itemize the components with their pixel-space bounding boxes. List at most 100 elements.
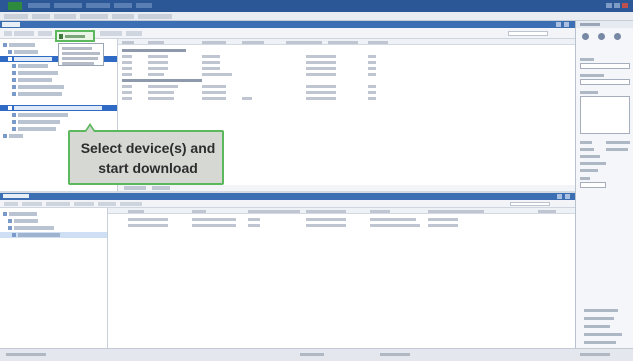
toolbar-button[interactable] — [80, 14, 108, 19]
state-dropdown[interactable] — [580, 182, 606, 188]
action-link[interactable] — [584, 309, 618, 312]
toolbar-button[interactable] — [14, 31, 34, 36]
menu-item[interactable] — [62, 57, 98, 60]
menu-item[interactable] — [62, 47, 92, 50]
tree-item-selected[interactable] — [0, 232, 107, 238]
folder-icon — [3, 212, 7, 216]
grid-header — [118, 39, 575, 45]
properties-icon[interactable] — [582, 33, 589, 40]
toolbar-button[interactable] — [100, 31, 122, 36]
toolbar-button[interactable] — [126, 31, 142, 36]
action-link[interactable] — [584, 333, 622, 336]
folder-icon — [3, 43, 7, 47]
field-label — [580, 162, 606, 165]
tree-item-selected[interactable] — [0, 105, 117, 111]
toolbar-button[interactable] — [4, 31, 12, 36]
online-pane-header — [0, 21, 575, 28]
load-dropdown-menu — [58, 43, 104, 66]
network-icon — [8, 219, 12, 223]
delete-icon[interactable] — [614, 33, 621, 40]
menu-tab[interactable] — [28, 3, 50, 8]
load-device-button[interactable] — [55, 30, 95, 42]
device-icon — [12, 85, 16, 89]
toolbar-button[interactable] — [74, 202, 94, 206]
table-row[interactable] — [118, 95, 575, 101]
action-link[interactable] — [584, 325, 610, 328]
field-label — [580, 91, 598, 94]
tree-item[interactable] — [0, 225, 107, 231]
toolbar-button[interactable] — [4, 202, 18, 206]
grid-header — [108, 208, 575, 214]
online-pane-tab[interactable] — [2, 22, 20, 27]
toolbar-button[interactable] — [120, 202, 142, 206]
device-icon — [12, 113, 16, 117]
toolbar-button[interactable] — [4, 14, 28, 19]
pane-close-icon[interactable] — [564, 22, 569, 27]
title-bar — [0, 0, 633, 12]
toolbar-button[interactable] — [112, 14, 134, 19]
tree-item[interactable] — [0, 211, 107, 217]
tree-item[interactable] — [0, 218, 107, 224]
menu-tab[interactable] — [86, 3, 110, 8]
window-close-icon[interactable] — [622, 3, 628, 8]
toolbar-button[interactable] — [54, 14, 76, 19]
field-value — [606, 141, 630, 144]
status-text — [300, 353, 324, 356]
menu-tab[interactable] — [136, 3, 152, 8]
properties-header — [576, 21, 633, 28]
toolbar-button[interactable] — [138, 14, 172, 19]
field-label — [580, 155, 600, 158]
device-icon — [12, 78, 16, 82]
pane-tab[interactable] — [124, 186, 146, 190]
field-value — [606, 148, 628, 151]
pane-pin-icon[interactable] — [557, 194, 562, 199]
description-field[interactable] — [580, 96, 630, 134]
logo-icon[interactable] — [8, 2, 22, 10]
minimize-icon[interactable] — [606, 3, 612, 8]
tree-item[interactable] — [0, 84, 117, 90]
main-toolbar — [0, 12, 633, 21]
network-icon — [8, 226, 12, 230]
action-link[interactable] — [584, 317, 614, 320]
field-label — [580, 141, 592, 144]
pane-pin-icon[interactable] — [556, 22, 561, 27]
property-field[interactable] — [580, 63, 630, 69]
tree-item[interactable] — [0, 112, 117, 118]
device-icon — [8, 106, 12, 110]
menu-item[interactable] — [62, 62, 94, 65]
field-label — [580, 148, 594, 151]
status-text — [380, 353, 410, 356]
menu-item[interactable] — [62, 52, 100, 55]
device-icon — [12, 64, 16, 68]
toolbar-button[interactable] — [32, 14, 50, 19]
menu-tab[interactable] — [54, 3, 82, 8]
device-icon — [8, 50, 12, 54]
local-pane-title — [3, 194, 29, 198]
pane-tab[interactable] — [152, 186, 170, 190]
search-input[interactable] — [508, 31, 548, 36]
tree-item[interactable] — [0, 119, 117, 125]
search-input[interactable] — [510, 202, 550, 206]
device-icon — [12, 92, 16, 96]
toolbar-button[interactable] — [38, 31, 52, 36]
device-icon — [12, 127, 16, 131]
tree-item[interactable] — [0, 77, 117, 83]
property-field[interactable] — [580, 79, 630, 85]
load-device-icon — [59, 34, 63, 39]
field-label — [580, 74, 604, 77]
pane-close-icon[interactable] — [565, 194, 570, 199]
properties-panel — [575, 21, 633, 348]
status-text — [580, 353, 610, 356]
edit-icon[interactable] — [598, 33, 605, 40]
tree-item[interactable] — [0, 91, 117, 97]
menu-tab[interactable] — [114, 3, 132, 8]
toolbar-button[interactable] — [98, 202, 116, 206]
toolbar-button[interactable] — [46, 202, 70, 206]
toolbar-button[interactable] — [22, 202, 42, 206]
action-link[interactable] — [584, 341, 616, 344]
tree-item[interactable] — [0, 70, 117, 76]
local-grid — [108, 208, 575, 348]
maximize-icon[interactable] — [614, 3, 620, 8]
table-row[interactable] — [108, 222, 575, 228]
device-icon — [12, 120, 16, 124]
